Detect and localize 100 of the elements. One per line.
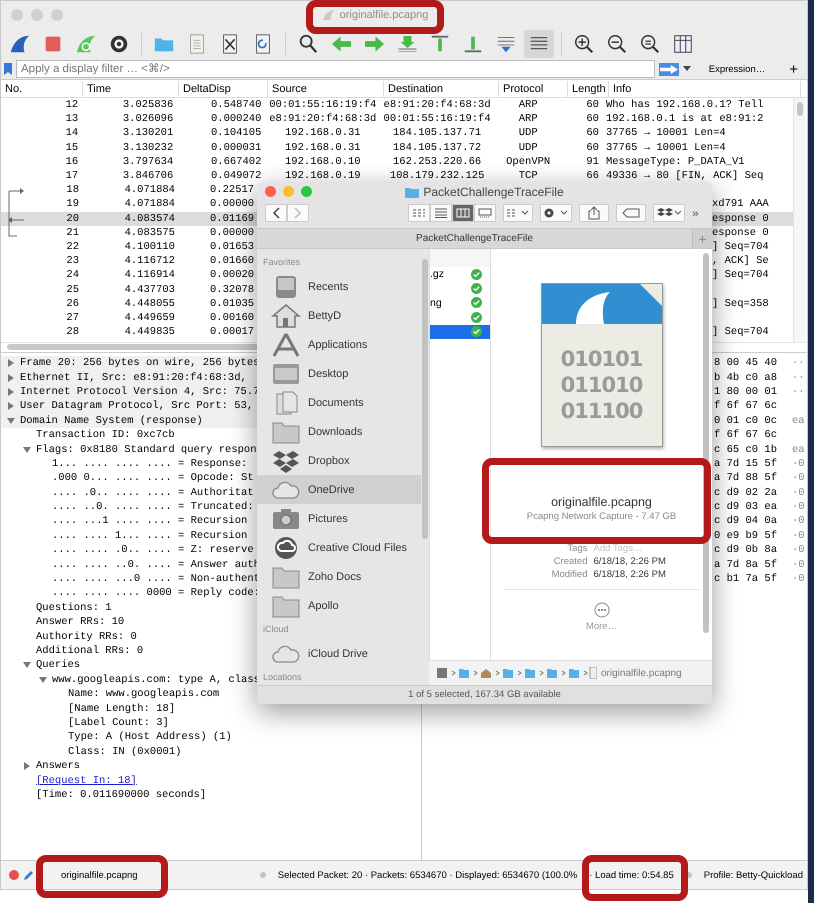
overflow-button[interactable]: »: [692, 206, 699, 220]
ascii-bytes: ·0: [792, 544, 805, 556]
disclosure-triangle[interactable]: [7, 416, 15, 425]
sidebar-item[interactable]: Desktop: [257, 359, 421, 388]
binary-digits: 011100: [560, 399, 642, 423]
disclosure-triangle[interactable]: [23, 661, 31, 670]
capture-status-icon[interactable]: [9, 870, 19, 880]
table-cell-text: e8:91:20:f4:68:3d: [268, 113, 378, 126]
column-view-button[interactable]: [452, 204, 474, 222]
close-button[interactable]: [265, 186, 276, 196]
folder-icon: [405, 186, 420, 198]
packet-row[interactable]: 15 3.130232 0.000031 192.168.0.31 184.105.137.72 UDP 60 37765 → 10001 Len=4: [1, 140, 793, 155]
info-label: Tags: [566, 543, 588, 554]
column-header[interactable]: No.: [1, 80, 83, 96]
fin-icon: [322, 9, 336, 21]
path-file[interactable]: originalfile.pcapng: [601, 668, 682, 678]
table-cell-text: e8:91:20:f4:68:3d: [382, 99, 492, 112]
disclosure-triangle[interactable]: [7, 374, 15, 382]
table-cell-text: 3.025836: [122, 99, 174, 112]
file-row[interactable]: ng: [430, 296, 490, 310]
detail-line: .... .... 1... .... = Recursion: [52, 530, 248, 542]
path-crumbs-drawing[interactable]: [437, 667, 597, 679]
sidebar-item[interactable]: Apollo: [257, 591, 421, 620]
disclosure-triangle[interactable]: [7, 402, 15, 410]
table-cell: esponse 0: [712, 212, 769, 225]
pencil-icon[interactable]: [23, 869, 35, 881]
ascii-bytes: ·0: [792, 501, 805, 514]
table-cell-text: 37765 → 10001 Len=4: [604, 142, 727, 154]
icon-view-button[interactable]: [408, 204, 430, 222]
expression-button[interactable]: Expression…: [694, 64, 780, 74]
colorize-button[interactable]: [524, 30, 554, 58]
sidebar-item[interactable]: iCloud Drive: [257, 639, 421, 668]
disclosure-triangle[interactable]: [7, 388, 15, 396]
table-cell-text: ARP: [518, 113, 539, 126]
add-button[interactable]: +: [783, 60, 804, 78]
sidebar-item[interactable]: Applications: [257, 330, 421, 359]
table-cell: ] Seq=704: [712, 240, 769, 253]
table-cell-text: 00:01:55:16:19:f4: [382, 113, 492, 126]
bookmark-icon[interactable]: [4, 63, 12, 75]
tag-button[interactable]: [616, 204, 646, 222]
table-cell-text: 4.083574: [124, 212, 176, 225]
caret-icon[interactable]: [682, 66, 691, 72]
detail-line: .... .0.. .... .... = Authoritat: [52, 486, 254, 499]
group-button[interactable]: [503, 204, 533, 222]
column-header[interactable]: Protocol: [499, 80, 568, 96]
back-button[interactable]: [265, 204, 287, 222]
file-row[interactable]: .gz: [430, 267, 490, 282]
sidebar-item[interactable]: Downloads: [257, 417, 421, 446]
disclosure-triangle[interactable]: [7, 359, 15, 368]
file-row[interactable]: [430, 324, 490, 339]
sidebar-heading: iCloud: [262, 623, 290, 636]
detail-line: Answer RRs: 10: [36, 616, 124, 628]
sidebar-item[interactable]: Creative Cloud Files: [257, 533, 421, 562]
table-cell: 0.00000: [210, 198, 254, 210]
sidebar-item[interactable]: Recents: [257, 272, 421, 301]
packet-row[interactable]: 13 3.026096 0.000240 e8:91:20:f4:68:3d 00:01:55:16:19:f4 ARP 60 192.168.0.1 is at e8:91:2: [1, 112, 793, 126]
more-icon[interactable]: [594, 602, 610, 618]
profile-label[interactable]: Profile: Betty-Quickload: [704, 870, 803, 880]
column-header[interactable]: Info: [609, 80, 801, 96]
detail-line: Queries: [36, 659, 80, 672]
list-view-button[interactable]: [430, 204, 452, 222]
table-cell: 0.00160: [210, 312, 254, 324]
gallery-view-button[interactable]: [474, 204, 496, 222]
sidebar-item[interactable]: Pictures: [257, 504, 421, 533]
scrollbar[interactable]: [793, 98, 805, 342]
packet-row[interactable]: 12 3.025836 0.548740 00:01:55:16:19:f4 e8:91:20:f4:68:3d ARP 60 Who has 192.168.0.1? Tell: [1, 98, 793, 112]
column-header[interactable]: Length: [568, 80, 609, 96]
column-header[interactable]: Time: [83, 80, 179, 96]
sidebar-item[interactable]: BettyD: [257, 301, 421, 330]
action-button[interactable]: [540, 204, 572, 222]
column-header[interactable]: Source: [268, 80, 384, 96]
packet-row[interactable]: 14 3.130201 0.104105 192.168.0.31 184.105.137.71 UDP 60 37765 → 10001 Len=4: [1, 126, 793, 141]
status-text: 1 of 5 selected, 167.34 GB available: [257, 685, 712, 704]
table-cell-text: MessageType: P_DATA_V1: [604, 156, 746, 168]
table-cell-text: 192.168.0.31: [284, 127, 362, 140]
packet-row[interactable]: 16 3.797634 0.667402 192.168.0.10 162.253.220.66 OpenVPN 91 MessageType: P_DATA_V1: [1, 154, 793, 169]
info-label: Created: [552, 556, 588, 567]
disclosure-triangle[interactable]: [23, 762, 31, 770]
detail-line: .... .... .... 0000 = Reply code:: [52, 587, 260, 600]
zoom-reset-icon: [639, 33, 661, 55]
table-cell-text: 4.116914: [124, 269, 176, 282]
table-cell: 0.01169: [210, 212, 254, 225]
disclosure-triangle[interactable]: [39, 676, 47, 684]
dropbox-button[interactable]: [653, 204, 685, 222]
window-title: originalfile.pcapng: [340, 9, 428, 21]
packet-row[interactable]: 17 3.846706 0.049072 192.168.0.19 108.179.232.125 TCP 66 49336 → 80 [FIN, ACK] Seq: [1, 168, 793, 184]
sidebar-item[interactable]: OneDrive: [257, 475, 421, 504]
disclosure-triangle[interactable]: [23, 446, 31, 454]
sidebar-item[interactable]: Documents: [257, 388, 421, 417]
column-header[interactable]: Destination: [384, 80, 499, 96]
share-button[interactable]: [579, 204, 609, 222]
sidebar-item[interactable]: Dropbox: [257, 446, 421, 475]
restart-icon: [75, 33, 97, 55]
tag-icon: [622, 208, 640, 218]
display-filter-field[interactable]: Apply a display filter … <⌘/>: [16, 60, 655, 78]
table-cell: 0.01035: [210, 298, 254, 310]
column-header[interactable]: DeltaDisp: [179, 80, 268, 96]
table-cell-text: UDP: [518, 127, 539, 140]
request-link[interactable]: [Request In: 18]: [36, 774, 137, 787]
sidebar-item[interactable]: Zoho Docs: [257, 562, 421, 591]
